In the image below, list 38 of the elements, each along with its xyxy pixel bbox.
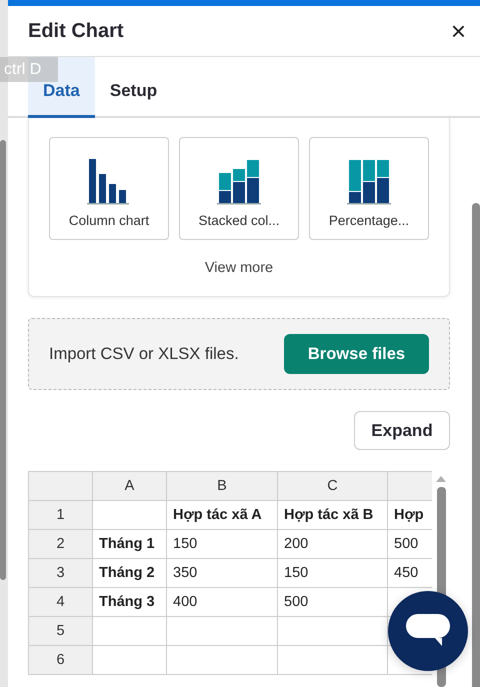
- table-cell[interactable]: 150: [166, 530, 278, 558]
- row-header[interactable]: 4: [28, 588, 92, 616]
- tooltip: ctrl D: [0, 57, 58, 82]
- percent-stacked-column-icon: [344, 157, 394, 205]
- table-cell[interactable]: Tháng 3: [92, 588, 166, 616]
- table-cell[interactable]: 400: [166, 588, 278, 616]
- table-cell[interactable]: 350: [166, 558, 278, 588]
- table-cell[interactable]: Tháng 1: [92, 530, 166, 558]
- chart-type-option[interactable]: Stacked col...: [179, 137, 299, 240]
- dialog-title: Edit Chart: [28, 20, 124, 42]
- row-header[interactable]: 1: [28, 500, 92, 530]
- corner-cell: [28, 472, 92, 500]
- table-cell[interactable]: Hợp tác xã A: [166, 500, 278, 530]
- table-cell[interactable]: 200: [278, 530, 388, 558]
- scrollbar[interactable]: [0, 140, 6, 580]
- scrollbar[interactable]: [472, 203, 480, 687]
- table-cell[interactable]: 150: [278, 558, 388, 588]
- row-header[interactable]: 3: [28, 558, 92, 588]
- column-header[interactable]: B: [166, 472, 278, 500]
- tab[interactable]: Setup: [94, 57, 172, 118]
- row-header[interactable]: 2: [28, 530, 92, 558]
- column-header[interactable]: C: [278, 472, 388, 500]
- chart-type-option[interactable]: Percentage...: [309, 137, 429, 240]
- view-more-link[interactable]: View more: [204, 260, 274, 276]
- chart-type-option[interactable]: Column chart: [49, 137, 169, 240]
- file-drop-zone[interactable]: Import CSV or XLSX files. Browse files: [28, 318, 450, 390]
- scroll-up-icon[interactable]: [435, 475, 447, 483]
- row-header[interactable]: 5: [28, 616, 92, 646]
- expand-button[interactable]: Expand: [354, 411, 450, 450]
- import-hint: Import CSV or XLSX files.: [49, 344, 239, 364]
- column-header[interactable]: A: [92, 472, 166, 500]
- table-cell[interactable]: 500: [278, 588, 388, 616]
- table-cell[interactable]: Tháng 2: [92, 558, 166, 588]
- browse-files-button[interactable]: Browse files: [284, 334, 429, 374]
- close-button[interactable]: ×: [444, 16, 472, 46]
- table-cell[interactable]: Hợp tác xã B: [278, 500, 388, 530]
- row-header[interactable]: 6: [28, 646, 92, 674]
- stacked-column-icon: [214, 157, 264, 205]
